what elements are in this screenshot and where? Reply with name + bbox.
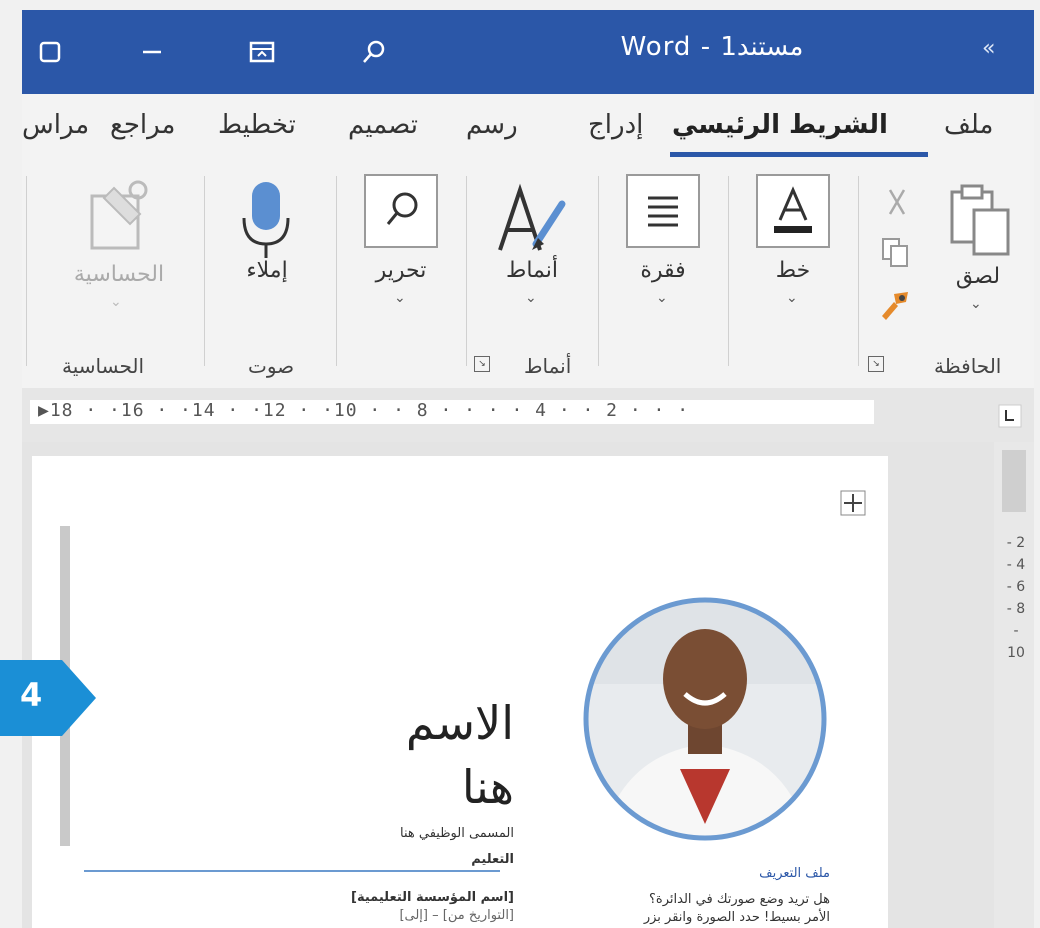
microphone-icon[interactable] [234,178,298,264]
sensitivity-group-label: الحساسية [62,354,145,378]
tab-mailings[interactable]: مراس [22,110,89,140]
education-divider [84,870,500,872]
tab-references[interactable]: مراجع [110,110,175,140]
styles-launcher-icon[interactable]: ↘ [474,356,490,372]
paste-icon[interactable] [944,182,1014,260]
vertical-ruler[interactable]: - 2 - 4 - 6 - 8 - 10 [994,442,1034,928]
active-tab-indicator [670,152,928,157]
tab-layout[interactable]: تخطيط [218,110,296,140]
window-title: Word - مستند1 [620,32,804,62]
table-move-handle-icon[interactable] [840,490,866,516]
ruler-ticks: ▶18 · ·16 · ·14 · ·12 · ·10 · · 8 · · · … [38,400,690,421]
cut-icon[interactable] [882,188,912,218]
tab-insert[interactable]: إدراج [588,110,643,140]
editing-button[interactable]: تحرير [364,258,438,283]
profile-heading[interactable]: ملف التعريف [759,866,830,881]
profile-text[interactable]: الأمر بسيط! حدد الصورة وانقر بزر [644,910,830,925]
ribbon-separator [336,176,337,366]
editing-dropdown-icon[interactable]: ⌄ [394,290,406,306]
paragraph-dropdown-icon[interactable]: ⌄ [656,290,668,306]
title-bar: Word - مستند1 « [22,10,1034,94]
styles-icon[interactable] [492,180,572,260]
clipboard-group-label: الحافظة [934,354,1002,378]
voice-group-label: صوت [248,354,295,378]
vertical-ruler-ticks: - 2 - 4 - 6 - 8 - 10 [1006,535,1026,661]
sensitivity-button[interactable]: الحساسية [54,262,184,287]
tab-design[interactable]: تصميم [348,110,418,140]
step-number: 4 [20,676,43,714]
ribbon: لصق ⌄ خط ⌄ فقرة ⌄ أنماط ⌄ تحرير ⌄ إملاء [22,166,1034,389]
tab-home[interactable]: الشريط الرئيسي [672,110,888,140]
clipboard-launcher-icon[interactable]: ↘ [868,356,884,372]
minimize-icon[interactable] [138,38,166,66]
institution-text[interactable]: [اسم المؤسسة التعليمية] [351,890,514,905]
ribbon-tabs: ملف الشريط الرئيسي إدراج رسم تصميم تخطيط… [22,94,1034,166]
copy-icon[interactable] [880,236,910,268]
ribbon-separator [858,176,859,366]
job-title-text[interactable]: المسمى الوظيفي هنا [400,826,514,841]
styles-group-label: أنماط [524,354,572,378]
paragraph-button[interactable]: فقرة [626,258,700,283]
styles-dropdown-icon[interactable]: ⌄ [525,290,537,306]
format-painter-icon[interactable] [878,288,912,322]
education-heading[interactable]: التعليم [471,852,514,867]
font-icon[interactable] [756,174,830,248]
tab-stop-icon[interactable] [998,404,1022,428]
ribbon-separator [204,176,205,366]
profile-text[interactable]: هل تريد وضع صورتك في الدائرة؟ [649,892,830,907]
ribbon-separator [728,176,729,366]
sensitivity-dropdown-icon[interactable]: ⌄ [110,294,122,310]
profile-photo[interactable] [580,594,830,844]
restore-icon[interactable] [36,38,64,66]
editing-icon[interactable] [364,174,438,248]
name-heading-line2[interactable]: هنا [462,760,514,814]
sensitivity-icon[interactable] [84,176,158,256]
dictate-button[interactable]: إملاء [230,258,304,283]
paste-dropdown-icon[interactable]: ⌄ [970,296,982,312]
tab-file[interactable]: ملف [944,110,993,140]
name-heading-line1[interactable]: الاسم [406,696,514,750]
ribbon-display-icon[interactable] [248,38,276,66]
search-icon[interactable] [360,38,388,66]
paste-button[interactable]: لصق [940,264,1016,289]
tab-draw[interactable]: رسم [466,110,518,140]
font-button[interactable]: خط [756,258,830,283]
step-badge [0,660,96,736]
styles-button[interactable]: أنماط [492,258,572,283]
ribbon-separator [598,176,599,366]
dates-text[interactable]: [التواريخ من] – [إلى] [399,908,514,923]
horizontal-ruler[interactable]: ▶18 · ·16 · ·14 · ·12 · ·10 · · 8 · · · … [22,388,1034,442]
scrollbar-thumb[interactable] [1002,450,1026,512]
collapse-chevron-icon[interactable]: « [982,36,995,61]
document-page[interactable] [32,456,888,928]
ribbon-separator [26,176,27,366]
ribbon-separator [466,176,467,366]
font-dropdown-icon[interactable]: ⌄ [786,290,798,306]
paragraph-icon[interactable] [626,174,700,248]
